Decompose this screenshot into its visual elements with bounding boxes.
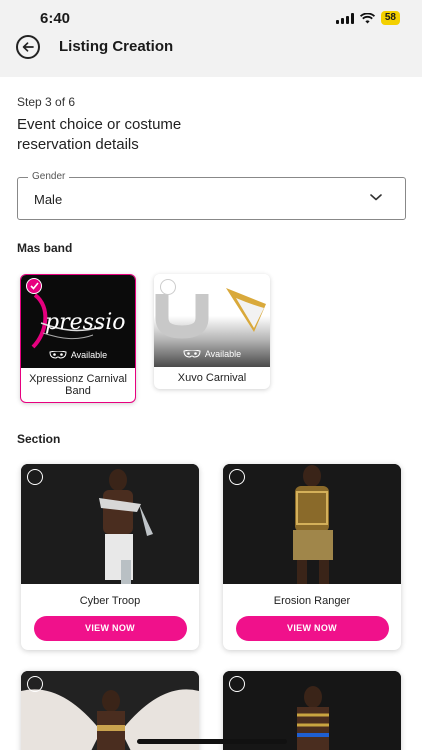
costume-card-cyber-troop[interactable]: Cyber Troop VIEW NOW bbox=[21, 464, 199, 650]
availability-badge: Available bbox=[21, 350, 135, 360]
status-time: 6:40 bbox=[40, 10, 71, 27]
back-button[interactable] bbox=[16, 35, 40, 59]
band-logo-image: Available bbox=[154, 274, 270, 367]
arrow-left-icon bbox=[22, 42, 34, 52]
step-indicator: Step 3 of 6 bbox=[17, 95, 76, 109]
mask-icon bbox=[183, 350, 201, 358]
signal-icon bbox=[335, 12, 354, 24]
mas-band-label: Mas band bbox=[17, 241, 73, 255]
gender-value: Male bbox=[34, 192, 63, 207]
costume-name: Erosion Ranger bbox=[273, 595, 351, 607]
select-radio[interactable] bbox=[27, 469, 43, 485]
availability-text: Available bbox=[70, 350, 108, 360]
band-name: Xpressionz Carnival Band bbox=[29, 373, 127, 397]
gender-select[interactable]: Gender Male bbox=[17, 171, 406, 220]
section-heading: Event choice or costume reservation deta… bbox=[17, 116, 182, 153]
band-card-xpressionz[interactable]: pressio Available Xpressionz Carnival Ba… bbox=[20, 274, 136, 403]
view-now-button[interactable]: VIEW NOW bbox=[33, 616, 187, 641]
status-icons: 58 bbox=[335, 11, 400, 25]
costume-photo bbox=[21, 464, 199, 584]
band-logo-image: pressio Available bbox=[21, 275, 135, 368]
page-title: Listing Creation bbox=[59, 38, 174, 55]
mask-icon bbox=[49, 351, 67, 359]
wifi-icon bbox=[359, 12, 375, 23]
costume-image bbox=[21, 464, 199, 584]
select-radio[interactable] bbox=[27, 676, 43, 692]
battery-icon: 58 bbox=[380, 11, 400, 25]
band-name: Xuvo Carnival bbox=[177, 372, 247, 384]
section-label: Section bbox=[17, 432, 61, 446]
select-radio[interactable] bbox=[160, 279, 176, 295]
home-indicator bbox=[137, 739, 287, 744]
app-header: 6:40 58 Listing Creation bbox=[0, 0, 422, 77]
costume-image bbox=[223, 464, 401, 584]
gender-label: Gender bbox=[28, 171, 70, 182]
costume-card-erosion-ranger[interactable]: Erosion Ranger VIEW NOW bbox=[223, 464, 401, 650]
chevron-down-icon bbox=[370, 194, 382, 201]
select-radio[interactable] bbox=[229, 676, 245, 692]
svg-text:pressio: pressio bbox=[45, 310, 125, 335]
availability-text: Available bbox=[204, 349, 242, 359]
costume-photo bbox=[223, 464, 401, 584]
selected-check-icon bbox=[26, 278, 42, 294]
costume-name: Cyber Troop bbox=[79, 595, 141, 607]
select-radio[interactable] bbox=[229, 469, 245, 485]
view-now-button[interactable]: VIEW NOW bbox=[235, 616, 389, 641]
availability-badge: Available bbox=[154, 349, 270, 359]
band-card-xuvo[interactable]: Available Xuvo Carnival bbox=[154, 274, 270, 389]
